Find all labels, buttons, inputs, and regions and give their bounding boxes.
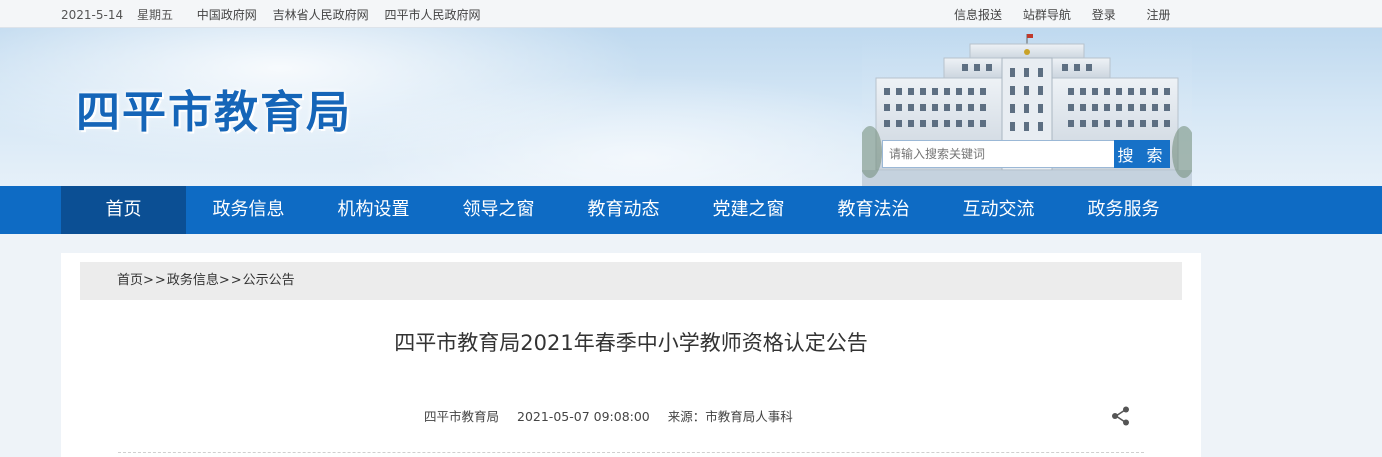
nav-item-organization[interactable]: 机构设置 bbox=[311, 186, 436, 234]
search-button[interactable]: 搜 索 bbox=[1114, 140, 1170, 168]
nav-item-party-building[interactable]: 党建之窗 bbox=[686, 186, 811, 234]
link-site-navigation[interactable]: 站群导航 bbox=[1023, 8, 1071, 22]
topbar-left: 2021-5-14 星期五 中国政府网 吉林省人民政府网 四平市人民政府网 bbox=[61, 6, 492, 23]
current-date: 2021-5-14 bbox=[61, 8, 124, 22]
nav-item-gov-services[interactable]: 政务服务 bbox=[1061, 186, 1186, 234]
link-siping-gov[interactable]: 四平市人民政府网 bbox=[384, 8, 480, 22]
top-utility-bar: 2021-5-14 星期五 中国政府网 吉林省人民政府网 四平市人民政府网 信息… bbox=[0, 0, 1382, 28]
nav-item-leadership[interactable]: 领导之窗 bbox=[436, 186, 561, 234]
link-info-submit[interactable]: 信息报送 bbox=[954, 8, 1002, 22]
nav-item-education-law[interactable]: 教育法治 bbox=[811, 186, 936, 234]
article-meta: 四平市教育局 2021-05-07 09:08:00 来源：市教育局人事科 bbox=[424, 406, 807, 425]
link-central-gov[interactable]: 中国政府网 bbox=[197, 8, 257, 22]
breadcrumb-government-info[interactable]: 政务信息 bbox=[167, 273, 219, 288]
meta-divider bbox=[118, 452, 1144, 453]
breadcrumb-separator: >> bbox=[143, 273, 167, 288]
nav-list: 首页 政务信息 机构设置 领导之窗 教育动态 党建之窗 教育法治 互动交流 政务… bbox=[61, 186, 1186, 234]
link-jilin-gov[interactable]: 吉林省人民政府网 bbox=[273, 8, 369, 22]
share-icon[interactable] bbox=[1110, 405, 1132, 427]
article-datetime: 2021-05-07 09:08:00 bbox=[517, 409, 650, 424]
register-link[interactable]: 注册 bbox=[1147, 8, 1171, 22]
nav-item-government-info[interactable]: 政务信息 bbox=[186, 186, 311, 234]
article-publisher: 四平市教育局 bbox=[424, 409, 500, 424]
breadcrumb-notices[interactable]: 公示公告 bbox=[243, 273, 295, 288]
site-title[interactable]: 四平市教育局 bbox=[76, 76, 352, 140]
nav-item-home[interactable]: 首页 bbox=[61, 186, 186, 234]
breadcrumb-separator: >> bbox=[218, 273, 243, 288]
breadcrumb: 首页>>政务信息>>公示公告 bbox=[80, 262, 1182, 300]
login-link[interactable]: 登录 bbox=[1092, 8, 1116, 22]
breadcrumb-home[interactable]: 首页 bbox=[117, 273, 143, 288]
header-banner: 四平市教育局 请输入搜索关键词 搜 索 bbox=[0, 28, 1382, 186]
nav-item-education-news[interactable]: 教育动态 bbox=[561, 186, 686, 234]
current-weekday: 星期五 bbox=[136, 8, 173, 22]
article-source: 来源：市教育局人事科 bbox=[667, 409, 793, 424]
search-input[interactable] bbox=[882, 140, 1114, 168]
topbar-right: 信息报送 站群导航 登录 注册 bbox=[954, 6, 1188, 23]
search-box: 搜 索 bbox=[882, 140, 1172, 168]
main-navigation: 首页 政务信息 机构设置 领导之窗 教育动态 党建之窗 教育法治 互动交流 政务… bbox=[0, 186, 1382, 234]
content-panel: 首页>>政务信息>>公示公告 四平市教育局2021年春季中小学教师资格认定公告 … bbox=[61, 253, 1201, 457]
article-title: 四平市教育局2021年春季中小学教师资格认定公告 bbox=[394, 331, 868, 355]
nav-item-interaction[interactable]: 互动交流 bbox=[936, 186, 1061, 234]
